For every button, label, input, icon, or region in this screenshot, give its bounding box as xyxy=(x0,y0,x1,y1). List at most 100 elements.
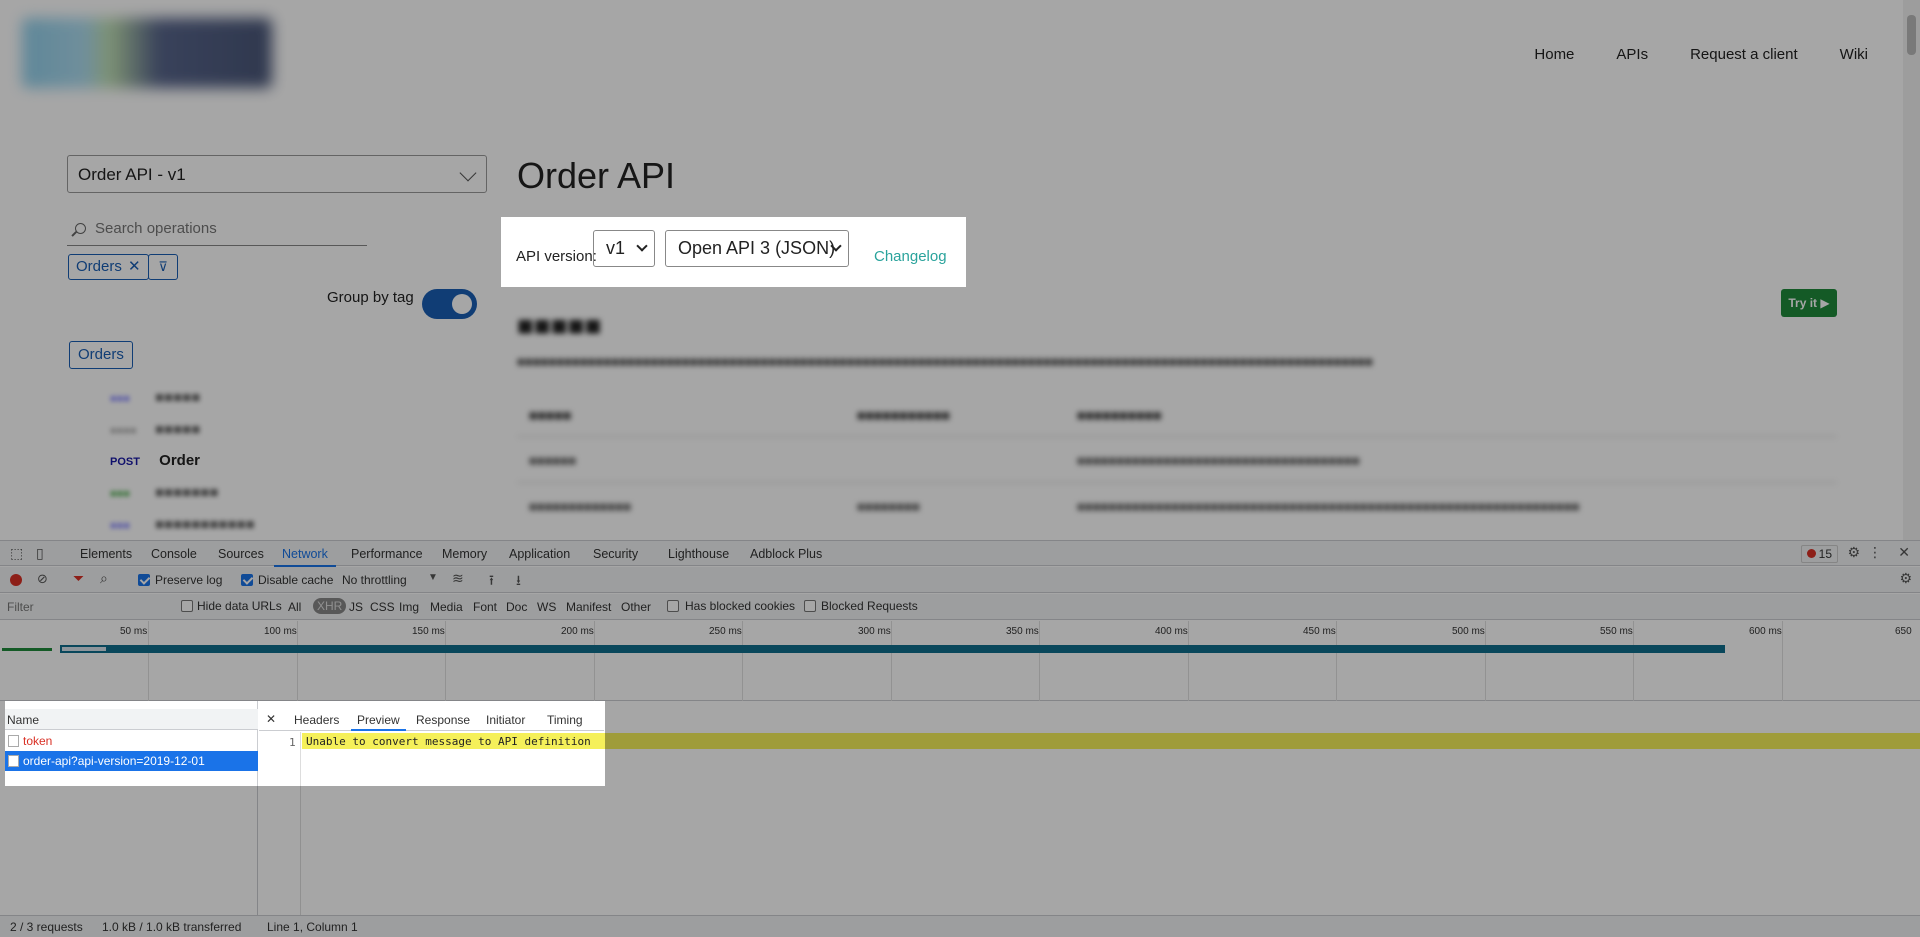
api-selector[interactable]: Order API - v1 xyxy=(67,155,487,193)
search-icon[interactable]: ⌕ xyxy=(100,570,108,587)
tab-sources[interactable]: Sources xyxy=(218,547,264,561)
tab-response[interactable]: Response xyxy=(416,713,470,727)
name-column-header[interactable]: Name xyxy=(5,709,258,730)
tab-lighthouse[interactable]: Lighthouse xyxy=(668,547,729,561)
timeline-gridline xyxy=(742,621,743,701)
nav-request-client[interactable]: Request a client xyxy=(1690,46,1798,63)
timeline-tick-label: 400 ms xyxy=(1155,626,1188,637)
filter-bar: Filter Hide data URLs All XHR JS CSS Img… xyxy=(0,594,1920,620)
tab-headers[interactable]: Headers xyxy=(294,713,339,727)
request-name: token xyxy=(23,734,53,748)
has-blocked-cookies-checkbox[interactable] xyxy=(667,600,679,612)
tab-performance[interactable]: Performance xyxy=(351,547,423,561)
search-placeholder: Search operations xyxy=(95,220,217,237)
type-filter-doc[interactable]: Doc xyxy=(506,600,527,614)
record-icon[interactable] xyxy=(10,574,22,586)
preserve-log-label: Preserve log xyxy=(155,573,223,587)
device-toggle-icon[interactable]: ▯ xyxy=(36,545,44,562)
api-version-panel: API version: v1 Open API 3 (JSON) Change… xyxy=(501,217,966,287)
tab-network[interactable]: Network xyxy=(274,547,336,567)
site-logo[interactable] xyxy=(22,18,272,88)
gear-icon[interactable]: ⚙ xyxy=(1847,544,1860,561)
operation-item-blurred[interactable]: ■■■■ ■■■■■ xyxy=(110,421,200,438)
tag-filter-chip[interactable]: Orders ✕ xyxy=(68,254,149,280)
operation-item-blurred[interactable]: ■■■ ■■■■■■■■■■■ xyxy=(110,516,255,533)
format-select[interactable]: Open API 3 (JSON) xyxy=(665,230,849,267)
request-timing-bar xyxy=(60,645,1725,653)
type-filter-js[interactable]: JS xyxy=(349,600,363,614)
export-har-icon[interactable]: ⭳ xyxy=(516,570,521,594)
inspect-icon[interactable]: ⬚ xyxy=(10,545,23,562)
type-filter-xhr[interactable]: XHR xyxy=(313,598,347,614)
network-conditions-icon[interactable]: ≋ xyxy=(452,570,464,587)
tab-memory[interactable]: Memory xyxy=(442,547,487,561)
close-icon[interactable]: ✕ xyxy=(266,712,276,726)
timeline-gridline xyxy=(1633,621,1634,701)
nav-home[interactable]: Home xyxy=(1534,46,1574,63)
disable-cache-checkbox[interactable] xyxy=(241,574,253,586)
request-row-order-api[interactable]: order-api?api-version=2019-12-01 xyxy=(5,751,258,771)
timeline-gridline xyxy=(891,621,892,701)
type-filter-img[interactable]: Img xyxy=(399,600,419,614)
preserve-log-checkbox[interactable] xyxy=(138,574,150,586)
nav-wiki[interactable]: Wiki xyxy=(1840,46,1868,63)
changelog-link[interactable]: Changelog xyxy=(874,248,947,265)
scrollbar-thumb[interactable] xyxy=(1907,15,1916,55)
filter-input[interactable]: Filter xyxy=(7,600,34,614)
search-operations-input[interactable]: Search operations xyxy=(67,218,367,246)
operation-item-blurred[interactable]: ■■■ ■■■■■■■ xyxy=(110,484,218,501)
timeline-gridline xyxy=(1485,621,1486,701)
type-filter-media[interactable]: Media xyxy=(430,600,463,614)
tab-application[interactable]: Application xyxy=(509,547,570,561)
type-filter-ws[interactable]: WS xyxy=(537,600,556,614)
throttling-select[interactable]: No throttling xyxy=(342,573,407,587)
network-settings-icon[interactable]: ⚙ xyxy=(1899,570,1912,587)
devtools-panel: ⬚ ▯ Elements Console Sources Network Per… xyxy=(0,540,1920,937)
page-scrollbar[interactable] xyxy=(1903,0,1920,540)
type-filter-all[interactable]: All xyxy=(288,600,301,614)
type-filter-other[interactable]: Other xyxy=(621,600,651,614)
error-count-badge[interactable]: 15 xyxy=(1800,545,1838,563)
preview-text: Unable to convert message to API definit… xyxy=(306,735,591,748)
tab-preview[interactable]: Preview xyxy=(351,713,406,731)
operation-item-blurred[interactable]: ■■■ ■■■■■ xyxy=(110,389,200,406)
tab-adblock-plus[interactable]: Adblock Plus xyxy=(750,547,822,561)
blocked-requests-checkbox[interactable] xyxy=(804,600,816,612)
nav-apis[interactable]: APIs xyxy=(1616,46,1648,63)
hide-data-urls-checkbox[interactable] xyxy=(181,600,193,612)
request-type-icon xyxy=(8,755,19,767)
filter-icon[interactable]: ⏷ xyxy=(73,570,84,587)
import-har-icon[interactable]: ⭱ xyxy=(489,570,494,594)
type-filter-font[interactable]: Font xyxy=(473,600,497,614)
chevron-down-icon[interactable]: ▼ xyxy=(428,572,438,583)
chevron-down-icon xyxy=(636,240,648,252)
network-overview-timeline[interactable]: 50 ms 100 ms 150 ms 200 ms 250 ms 300 ms… xyxy=(0,621,1920,701)
request-list: Name token order-api?api-version=2019-12… xyxy=(0,701,258,915)
close-icon[interactable]: ✕ xyxy=(1898,544,1910,561)
chevron-down-icon xyxy=(459,164,477,182)
timeline-gridline xyxy=(594,621,595,701)
timeline-gridline xyxy=(148,621,149,701)
version-select[interactable]: v1 xyxy=(593,230,655,267)
detail-tabbar: ✕ Headers Preview Response Initiator Tim… xyxy=(259,709,604,731)
tab-console[interactable]: Console xyxy=(151,547,197,561)
type-filter-css[interactable]: CSS xyxy=(370,600,395,614)
more-options-icon[interactable]: ⋮ xyxy=(1868,544,1882,561)
tab-security[interactable]: Security xyxy=(593,547,638,561)
tab-timing[interactable]: Timing xyxy=(547,713,583,727)
request-row-token[interactable]: token xyxy=(5,731,258,751)
operations-tag-orders[interactable]: Orders xyxy=(69,341,133,369)
format-select-value: Open API 3 (JSON) xyxy=(678,238,836,258)
filter-tags-button[interactable]: ⊽ xyxy=(148,254,178,280)
group-by-tag-label: Group by tag xyxy=(327,289,414,306)
close-icon[interactable]: ✕ xyxy=(128,258,141,275)
operation-item-post-order[interactable]: POST Order xyxy=(110,452,200,469)
timeline-tick-label: 200 ms xyxy=(561,626,594,637)
line-number: 1 xyxy=(289,736,296,749)
tab-initiator[interactable]: Initiator xyxy=(486,713,525,727)
group-by-tag-toggle[interactable] xyxy=(422,289,477,319)
line-number-gutter xyxy=(259,732,301,915)
tab-elements[interactable]: Elements xyxy=(80,547,132,561)
type-filter-manifest[interactable]: Manifest xyxy=(566,600,611,614)
clear-icon[interactable]: ⊘ xyxy=(37,571,48,587)
